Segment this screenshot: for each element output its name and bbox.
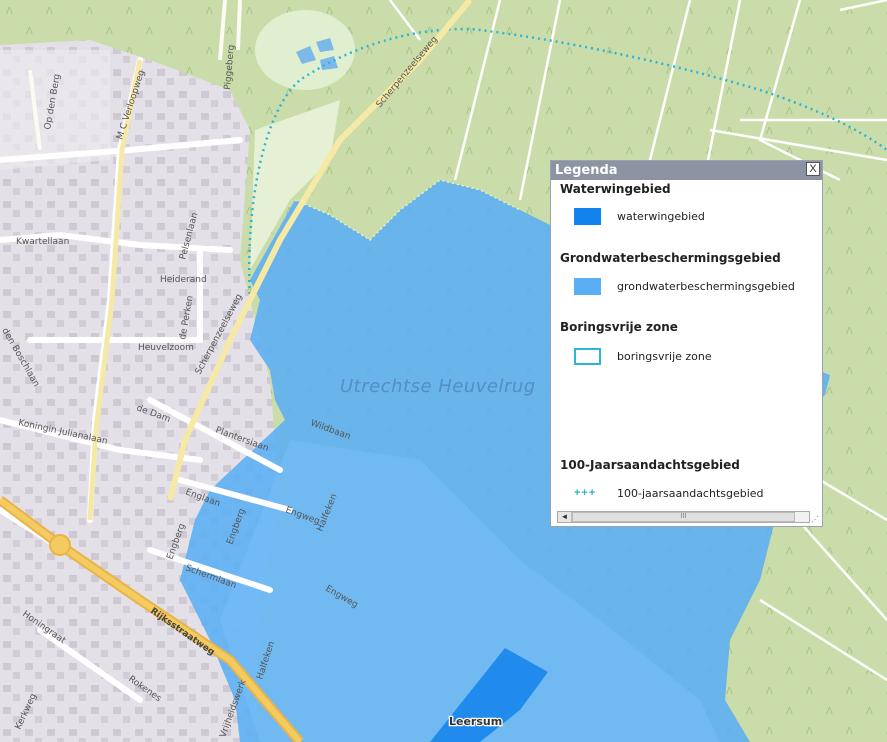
legend-title: Legenda	[555, 163, 618, 178]
legend-item-label: boringsvrije zone	[617, 350, 712, 363]
legend-item-label: waterwingebied	[617, 210, 705, 223]
legend-item-label: grondwaterbeschermingsgebied	[617, 280, 795, 293]
roundabout	[49, 534, 71, 556]
close-button[interactable]: X	[806, 162, 820, 176]
street-label-kwartellaan: Kwartellaan	[16, 237, 69, 247]
waterwingebied-swatch	[574, 208, 601, 225]
boringsvrije-zone-swatch	[574, 348, 601, 365]
legend-item-label: 100-jaarsaandachtsgebied	[617, 487, 764, 500]
resize-grip-icon[interactable]: ⋰	[811, 515, 821, 525]
legend-section-title-waterwingebied: Waterwingebied	[560, 182, 671, 196]
legend-section-title-grondwater: Grondwaterbeschermingsgebied	[560, 251, 781, 265]
legend-section-title-boringsvrij: Boringsvrije zone	[560, 320, 678, 334]
street-label-heiderand: Heiderand	[160, 275, 207, 285]
scroll-left-arrow-icon[interactable]: ◄	[558, 512, 572, 522]
legend-window[interactable]: Legenda X Waterwingebied waterwingebied …	[550, 160, 823, 527]
legend-section-title-100jaars: 100-Jaarsaandachtsgebied	[560, 458, 740, 472]
street-label-heuvelzoom: Heuvelzoom	[138, 343, 194, 353]
grondwater-swatch	[574, 278, 601, 295]
plus-symbol-icon: +++	[574, 487, 597, 499]
town-label-leersum: Leersum	[449, 715, 502, 728]
horizontal-scrollbar[interactable]: ◄ III	[557, 511, 810, 523]
scrollbar-thumb[interactable]: III	[572, 512, 795, 522]
place-label-utrechtse-heuvelrug: Utrechtse Heuvelrug	[340, 376, 536, 397]
legend-body: Waterwingebied waterwingebied Grondwater…	[551, 180, 822, 510]
legend-header[interactable]: Legenda X	[551, 161, 822, 180]
